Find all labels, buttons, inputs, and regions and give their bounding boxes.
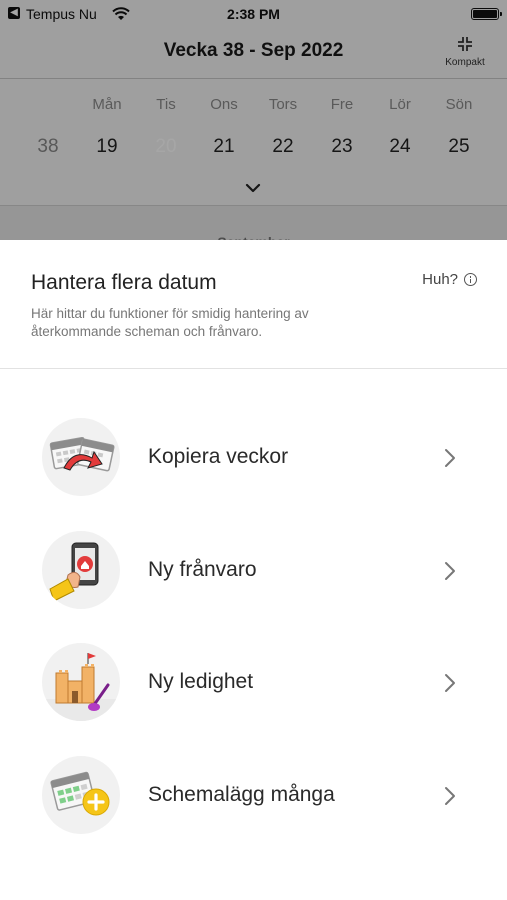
option-schedule-many[interactable]: Schemalägg många: [0, 756, 507, 836]
absence-icon: [42, 531, 120, 609]
option-label: Schemalägg många: [148, 783, 335, 806]
chevron-right-icon: [445, 674, 455, 692]
help-button[interactable]: Huh?: [422, 271, 477, 288]
option-label: Ny frånvaro: [148, 558, 257, 581]
chevron-right-icon: [445, 449, 455, 467]
modal-backdrop[interactable]: [0, 0, 507, 240]
leave-icon: [42, 643, 120, 721]
option-new-absence[interactable]: Ny frånvaro: [0, 531, 507, 611]
info-icon: [464, 273, 477, 286]
sheet-divider: [0, 368, 507, 369]
option-copy-weeks[interactable]: Kopiera veckor: [0, 418, 507, 498]
option-new-leave[interactable]: Ny ledighet: [0, 643, 507, 723]
background-app: ◀ Tempus Nu 2:38 PM Vecka 38 - Sep 2022 …: [0, 0, 507, 250]
schedule-many-icon: [42, 756, 120, 834]
bottom-sheet: Hantera flera datum Huh? Här hittar du f…: [0, 240, 507, 900]
option-label: Ny ledighet: [148, 670, 254, 693]
copy-weeks-icon: [42, 418, 120, 496]
help-label: Huh?: [422, 271, 458, 288]
sheet-title: Hantera flera datum: [31, 271, 217, 294]
sheet-description: Här hittar du funktioner för smidig hant…: [31, 306, 309, 339]
chevron-right-icon: [445, 562, 455, 580]
option-label: Kopiera veckor: [148, 445, 289, 468]
chevron-right-icon: [445, 787, 455, 805]
